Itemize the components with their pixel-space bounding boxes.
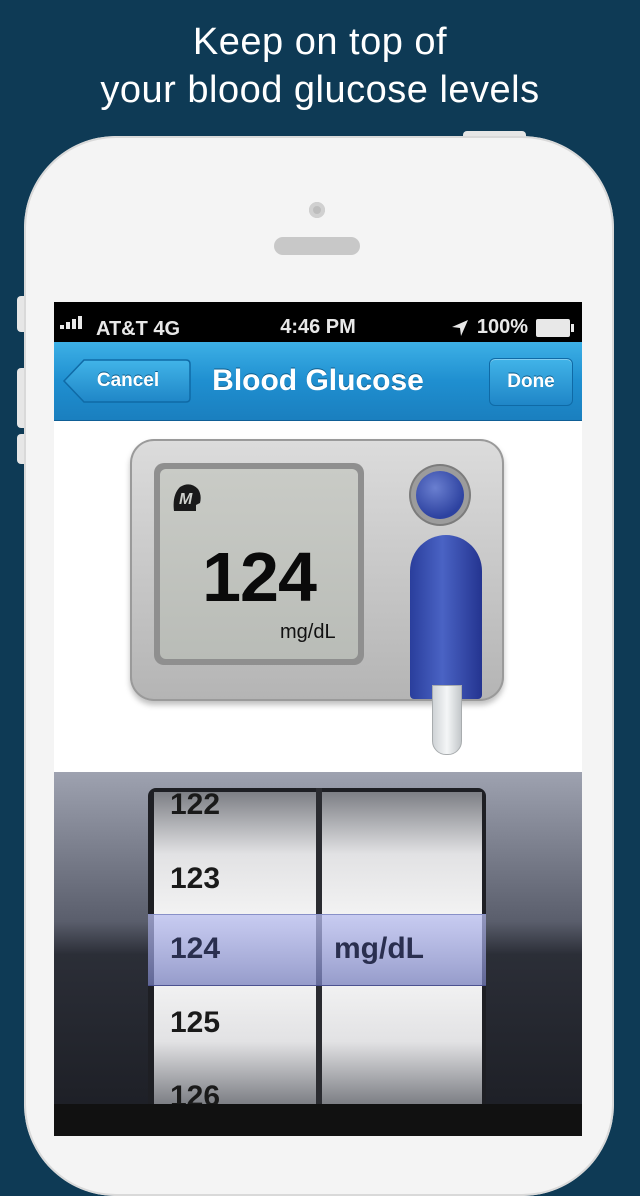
phone-camera [309,202,325,218]
meter-image-area: M 124 mg/dL [54,421,582,772]
picker-selected-value[interactable]: 124 [170,932,220,966]
done-button[interactable]: Done [489,358,573,406]
meter-reading-value: 124 [202,538,317,616]
status-bar: AT&T 4G 4:46 PM 100% [54,302,582,342]
headline: Keep on top of your blood glucose levels [0,18,640,114]
picker-option[interactable]: 123 [170,862,220,896]
headline-line-2: your blood glucose levels [100,69,540,111]
picker-selected-unit[interactable]: mg/dL [334,932,424,966]
location-arrow-icon [451,319,468,336]
glucose-picker[interactable]: 122 123 124 125 126 124 mg/dL [54,772,582,1104]
meter-strip-port [410,535,482,699]
phone-speaker [274,237,360,255]
battery-icon [536,318,574,337]
picker-option[interactable]: 122 [170,792,220,822]
bottom-bar [54,1104,582,1136]
picker-option[interactable]: 125 [170,1006,220,1040]
battery-percent: 100% [476,316,528,338]
navigation-bar: Cancel Blood Glucose Done [54,342,582,421]
picker-option[interactable]: 126 [170,1080,220,1104]
meter-logo-letter: M [179,491,193,508]
glucose-meter-illustration: M 124 mg/dL [130,439,504,761]
meter-round-button [416,471,464,519]
phone-screen: AT&T 4G 4:46 PM 100% Cancel Blood Glucos… [54,302,582,1136]
test-strip [432,685,462,755]
headline-line-1: Keep on top of [192,21,448,63]
meter-logo-icon: M [173,484,201,511]
meter-reading-unit: mg/dL [280,621,336,643]
